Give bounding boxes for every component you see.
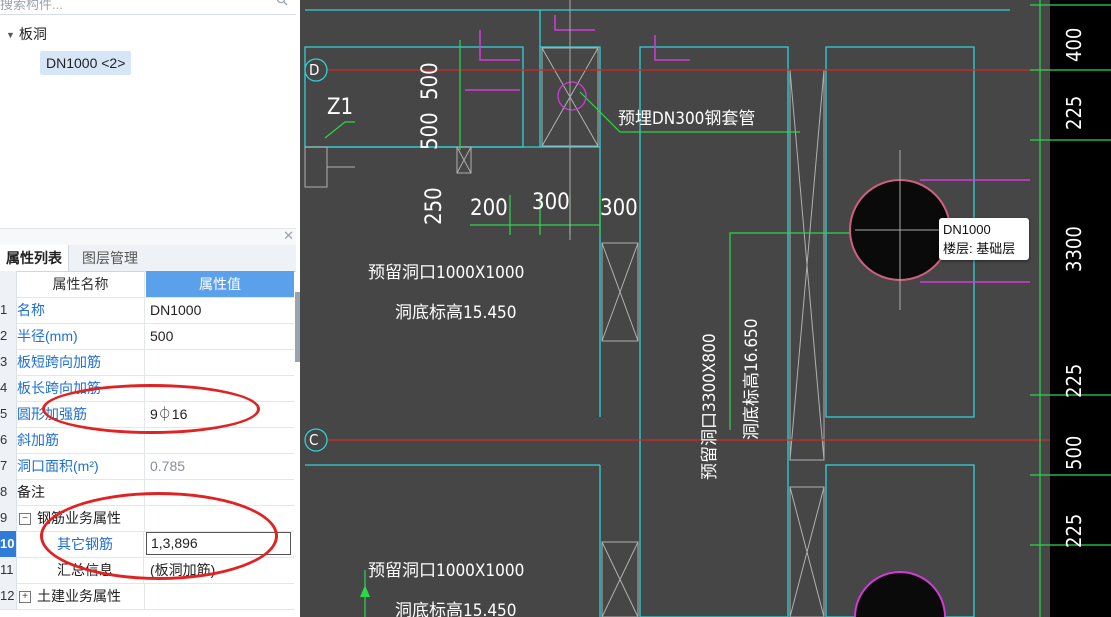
row-number: 3: [0, 349, 17, 375]
dimension-text: 400: [1062, 27, 1086, 62]
hole-elevation-label: 洞底标高16.650: [742, 318, 762, 441]
property-name: 板短跨向加筋: [17, 349, 145, 375]
grid-header: 属性名称 属性值: [0, 271, 294, 298]
dimension-text: 200: [470, 196, 508, 221]
row-number: 12: [0, 583, 17, 609]
row-number: 7: [0, 453, 17, 479]
dimension-text: 500: [1062, 435, 1086, 470]
hole-size-label: 预留洞口1000X1000: [368, 263, 525, 283]
collapse-icon[interactable]: −: [19, 513, 31, 526]
tooltip-name: DN1000: [943, 222, 991, 237]
sleeve-label: 预埋DN300钢套管: [618, 109, 756, 129]
dimension-text: 500: [418, 62, 443, 100]
tab-properties[interactable]: 属性列表: [0, 245, 69, 271]
tree-node-dn1000[interactable]: DN1000 <2>: [40, 51, 132, 75]
tree-node-slab-hole[interactable]: ▼ 板洞: [6, 22, 47, 46]
hole-elevation-label: 洞底标高15.450: [395, 303, 517, 323]
row-number: 8: [0, 479, 17, 505]
table-row[interactable]: 1 名称 DN1000: [0, 297, 294, 324]
row-number: 2: [0, 323, 17, 349]
property-value[interactable]: [146, 349, 294, 375]
property-value: [146, 583, 294, 609]
caret-down-icon[interactable]: ▼: [6, 23, 15, 47]
axis-label-d: D: [309, 61, 320, 79]
dimension-text: 225: [1062, 95, 1086, 130]
group-label: 土建业务属性: [37, 588, 121, 604]
property-name: 名称: [17, 297, 145, 323]
dimension-text: 300: [532, 190, 570, 215]
dimension-text: 225: [1062, 513, 1086, 548]
close-icon[interactable]: ✕: [283, 228, 294, 244]
hole-elevation-label: 洞底标高15.450: [395, 601, 517, 617]
dimension-text: 250: [422, 187, 447, 225]
header-value: 属性值: [146, 271, 294, 297]
tree-node-label: 板洞: [18, 26, 47, 42]
table-row[interactable]: 3 板短跨向加筋: [0, 349, 294, 376]
dimension-text: 225: [1062, 363, 1086, 398]
property-value[interactable]: DN1000: [146, 297, 294, 323]
row-number: 10: [0, 531, 17, 557]
table-row[interactable]: 12 + 土建业务属性: [0, 583, 294, 610]
row-number: 9: [0, 505, 17, 531]
row-number: 1: [0, 297, 17, 323]
table-row[interactable]: 2 半径(mm) 500: [0, 323, 294, 350]
hover-tooltip: DN1000 楼层: 基础层: [939, 218, 1029, 260]
header-num-cell: [0, 271, 17, 297]
dimension-text: 3300: [1062, 226, 1086, 272]
property-value: 0.785: [150, 458, 186, 474]
tooltip-floor: 楼层: 基础层: [943, 241, 1016, 256]
hole-size-label: 预留洞口3300X800: [700, 333, 720, 480]
annotation-ellipse: [42, 384, 260, 434]
property-group-civil[interactable]: + 土建业务属性: [17, 583, 145, 609]
dimension-text: 500: [418, 112, 443, 150]
row-number: 5: [0, 401, 17, 427]
hole-size-label: 预留洞口1000X1000: [368, 561, 525, 581]
row-number: 6: [0, 427, 17, 453]
row-number: 4: [0, 375, 17, 401]
column-label: Z1: [327, 95, 354, 120]
dimension-text: 300: [600, 196, 638, 221]
cad-drawing-canvas[interactable]: D C Z1 500 500 250 200 300 300 400 225 3…: [300, 0, 1111, 617]
annotation-ellipse: [40, 492, 278, 580]
row-number: 11: [0, 557, 17, 583]
header-name: 属性名称: [17, 271, 145, 297]
search-icon[interactable]: [276, 0, 288, 6]
expand-icon[interactable]: +: [19, 591, 31, 604]
property-name: 半径(mm): [17, 323, 145, 349]
table-row[interactable]: 7 洞口面积(m²) 0.785: [0, 453, 294, 480]
property-name: 洞口面积(m²): [17, 453, 145, 479]
panel-tabs: 属性列表 图层管理: [0, 245, 296, 272]
property-value[interactable]: 500: [146, 323, 294, 349]
axis-label-c: C: [309, 431, 319, 449]
tab-layers[interactable]: 图层管理: [76, 245, 144, 271]
panel-divider[interactable]: [0, 228, 296, 245]
properties-panel: 搜索构件... ▼ 板洞 DN1000 <2> ✕ 属性列表 图层管理 属性名称 …: [0, 0, 301, 617]
search-input[interactable]: 搜索构件...: [0, 0, 63, 13]
search-bar[interactable]: 搜索构件...: [0, 0, 296, 15]
